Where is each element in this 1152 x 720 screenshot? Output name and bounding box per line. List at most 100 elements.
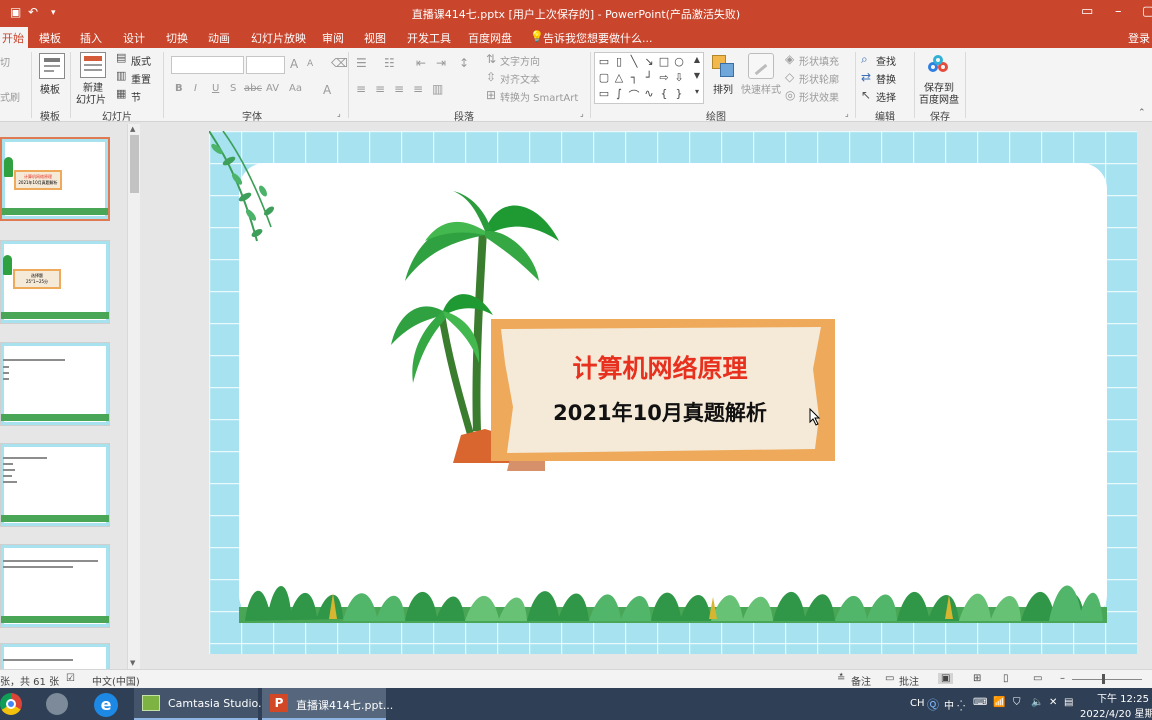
gallery-more-icon[interactable]: ▾	[690, 87, 704, 96]
tab-animations[interactable]: 动画	[208, 30, 230, 46]
slide-sorter-icon[interactable]: ⊞	[973, 673, 981, 684]
arrange-button[interactable]: 排列	[713, 81, 733, 96]
ime-indicator[interactable]: CH	[910, 698, 925, 709]
new-slide-dropdown[interactable]: 幻灯片	[76, 91, 106, 106]
slide-thumbnail[interactable]	[0, 342, 110, 426]
font-family-combo[interactable]	[171, 56, 244, 74]
scroll-down-icon[interactable]: ▼	[130, 659, 135, 667]
cut-button[interactable]: 切	[0, 54, 10, 69]
ime-mode-icon[interactable]: 中 ⁛	[944, 697, 965, 712]
wave-shape-icon[interactable]: ∿	[642, 87, 656, 100]
replace-button[interactable]: 替换	[876, 71, 896, 86]
taskbar-app-camtasia[interactable]: Camtasia Studio...	[134, 688, 269, 720]
columns-icon[interactable]: ▥	[432, 82, 443, 96]
normal-view-icon[interactable]: ▣	[938, 673, 954, 684]
clock-date[interactable]: 2022/4/20 星期三	[1080, 705, 1152, 720]
font-color-button[interactable]: A	[323, 83, 331, 97]
ie-icon[interactable]: e	[94, 693, 118, 717]
tab-developer[interactable]: 开发工具	[407, 30, 451, 46]
align-center-icon[interactable]: ≡	[375, 82, 385, 96]
char-spacing-button[interactable]: AV	[266, 83, 279, 94]
template-icon[interactable]	[39, 53, 65, 79]
brace-right-shape-icon[interactable]: }	[672, 87, 686, 100]
thumbnail-scrollbar[interactable]: ▲ ▼	[127, 124, 140, 669]
tab-insert[interactable]: 插入	[80, 30, 102, 46]
current-slide[interactable]: 计算机网络原理 2021年10月真题解析	[209, 131, 1137, 654]
clock-time[interactable]: 下午 12:25	[1097, 690, 1149, 705]
strikethrough-button[interactable]: abc	[244, 83, 262, 94]
scroll-up-icon[interactable]: ▲	[130, 125, 135, 133]
paragraph-dialog-launcher-icon[interactable]: ⌟	[580, 109, 584, 118]
tab-design[interactable]: 设计	[123, 30, 145, 46]
format-painter-button[interactable]: 式刷	[0, 89, 20, 104]
increase-indent-icon[interactable]: ⇥	[436, 56, 446, 70]
convert-smartart-button[interactable]: 转换为 SmartArt	[500, 89, 578, 104]
grow-font-button[interactable]: A	[290, 57, 298, 71]
align-right-icon[interactable]: ≡	[394, 82, 404, 96]
numbering-icon[interactable]: ☷	[384, 56, 395, 70]
shield-icon[interactable]: ⛉	[1013, 697, 1021, 708]
tab-slideshow[interactable]: 幻灯片放映	[251, 30, 306, 46]
down-arrow-shape-icon[interactable]: ⇩	[672, 71, 686, 84]
zoom-slider-thumb[interactable]	[1102, 674, 1105, 684]
slide-title[interactable]: 计算机网络原理	[501, 349, 819, 385]
tab-template[interactable]: 模板	[39, 30, 61, 46]
textbox-shape-icon[interactable]: ▭	[597, 55, 611, 68]
slide-thumbnail[interactable]: 选择题 25°1~25分	[0, 240, 110, 324]
zoom-slider[interactable]	[1072, 679, 1142, 680]
rounded-rect-shape-icon[interactable]: ▢	[597, 71, 611, 84]
slide-thumbnail[interactable]	[0, 544, 110, 628]
network-icon[interactable]: 📶	[993, 697, 1005, 708]
slide-subtitle[interactable]: 2021年10月真题解析	[501, 397, 819, 427]
reading-view-icon[interactable]: ▯	[1003, 673, 1009, 684]
shape-fill-button[interactable]: 形状填充	[799, 53, 839, 68]
app-icon[interactable]	[46, 693, 68, 715]
italic-button[interactable]: I	[194, 83, 197, 94]
volume-icon[interactable]: 🔈	[1031, 697, 1043, 708]
slideshow-view-icon[interactable]: ▭	[1033, 673, 1042, 684]
oval-shape-icon[interactable]: ○	[672, 55, 686, 68]
tab-review[interactable]: 审阅	[322, 30, 344, 46]
restore-button[interactable]: ▢	[1142, 4, 1152, 19]
layout-button[interactable]: 版式	[131, 53, 151, 68]
quick-styles-icon[interactable]	[748, 53, 774, 79]
sign-in-link[interactable]: 登录	[1128, 30, 1150, 46]
gallery-down-icon[interactable]: ▼	[690, 71, 704, 80]
collapse-ribbon-icon[interactable]: ⌃	[1138, 108, 1146, 118]
rounded-rect2-shape-icon[interactable]: ▭	[597, 87, 611, 100]
arc-shape-icon[interactable]: ⌒	[627, 87, 641, 103]
chrome-icon[interactable]	[0, 693, 22, 715]
comments-button[interactable]: 批注	[899, 673, 919, 688]
notification-icon[interactable]: ▤	[1064, 697, 1073, 708]
shapes-gallery[interactable]: ▭ ▯ ╲ ↘ □ ○ ▢ △ ┐ ┘ ⇨ ⇩ ▭ ∫ ⌒ ∿ { } ▲ ▼ …	[594, 52, 704, 104]
slide-thumbnail[interactable]: 计算机网络原理 2021年10月真题解析	[0, 137, 110, 221]
taskbar-app-powerpoint[interactable]: P 直播课414七.ppt...	[262, 688, 393, 720]
arrange-icon[interactable]	[710, 53, 736, 79]
language-indicator[interactable]: 中文(中国)	[92, 673, 140, 688]
shape-effects-button[interactable]: 形状效果	[799, 89, 839, 104]
new-slide-icon[interactable]	[80, 52, 106, 78]
slide-thumbnail[interactable]	[0, 443, 110, 527]
triangle-shape-icon[interactable]: △	[612, 71, 626, 84]
font-dialog-launcher-icon[interactable]: ⌟	[337, 109, 341, 118]
tab-home[interactable]: 开始	[0, 27, 28, 48]
find-button[interactable]: 查找	[876, 53, 896, 68]
shape-outline-button[interactable]: 形状轮廓	[799, 71, 839, 86]
curve-shape-icon[interactable]: ∫	[612, 87, 626, 100]
drawing-dialog-launcher-icon[interactable]: ⌟	[845, 109, 849, 118]
bold-button[interactable]: B	[175, 83, 183, 94]
clear-formatting-icon[interactable]: ⌫	[331, 56, 348, 70]
right-arrow-shape-icon[interactable]: ⇨	[657, 71, 671, 84]
vertical-textbox-shape-icon[interactable]: ▯	[612, 55, 626, 68]
align-left-icon[interactable]: ≡	[356, 82, 366, 96]
select-button[interactable]: 选择	[876, 89, 896, 104]
change-case-button[interactable]: Aa	[289, 83, 302, 94]
zoom-out-icon[interactable]: –	[1060, 673, 1065, 684]
line-spacing-icon[interactable]: ↕	[459, 56, 469, 70]
template-button[interactable]: 模板	[40, 81, 60, 96]
connector-shape-icon[interactable]: ┘	[642, 71, 656, 84]
minimize-button[interactable]: –	[1115, 4, 1122, 19]
quick-styles-button[interactable]: 快速样式	[741, 81, 781, 96]
sound-off-icon[interactable]: ✕	[1049, 697, 1057, 708]
tab-transitions[interactable]: 切换	[166, 30, 188, 46]
